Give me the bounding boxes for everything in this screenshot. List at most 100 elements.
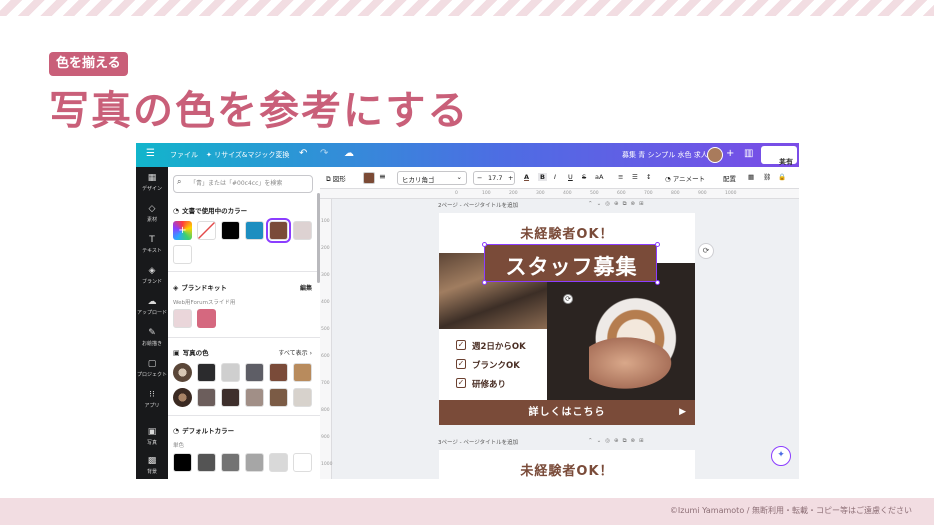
- letter-case-button[interactable]: aA: [595, 173, 603, 181]
- photo-swatch[interactable]: [293, 388, 312, 407]
- photo-swatch[interactable]: [245, 363, 264, 382]
- rail-item-elements[interactable]: ◇ 素材: [136, 204, 168, 223]
- default-swatch[interactable]: [197, 453, 216, 472]
- link-icon[interactable]: ⛓: [763, 173, 771, 181]
- cloud-save-icon[interactable]: ☁: [344, 148, 354, 159]
- insights-icon[interactable]: ▥: [744, 148, 753, 159]
- photo-swatch[interactable]: [221, 388, 240, 407]
- design-subheading[interactable]: 未経験者OK！: [439, 223, 695, 242]
- font-size-stepper[interactable]: − 17.7 +: [473, 171, 515, 185]
- menu-icon[interactable]: ☰: [146, 148, 155, 159]
- photo-thumbnail[interactable]: [173, 388, 192, 407]
- document-title[interactable]: 募集 青 シンプル 水色 求人: [622, 150, 708, 160]
- decrease-size-button[interactable]: −: [477, 174, 482, 182]
- search-icon: ⌕: [177, 177, 182, 186]
- rail-item-draw[interactable]: ✎ お絵描き: [136, 328, 168, 347]
- page-3-title[interactable]: 3ページ - ページタイトルを追加: [438, 440, 518, 446]
- photo-thumbnail[interactable]: [173, 363, 192, 382]
- doc-colors-title: 文書で使用中のカラー: [182, 207, 248, 215]
- photo-swatch[interactable]: [269, 388, 288, 407]
- color-swatch[interactable]: [245, 221, 264, 240]
- rail-item-brand[interactable]: ◈ ブランド: [136, 266, 168, 285]
- ruler-tick-label: 400: [563, 191, 572, 196]
- resize-handle[interactable]: [482, 280, 487, 285]
- font-size-value[interactable]: 17.7: [488, 174, 502, 182]
- resize-handle[interactable]: [655, 280, 660, 285]
- rail-item-projects[interactable]: ▢ プロジェクト: [136, 359, 168, 378]
- align-icon[interactable]: ≡: [618, 173, 623, 181]
- undo-icon[interactable]: ↶: [299, 148, 307, 159]
- color-swatch-selected[interactable]: [266, 218, 291, 243]
- transparency-icon[interactable]: ▦: [748, 173, 754, 181]
- list-icon[interactable]: ☰: [632, 173, 638, 181]
- shape-label: 図形: [332, 175, 346, 183]
- increase-size-button[interactable]: +: [508, 174, 513, 182]
- redo-icon[interactable]: ↷: [320, 148, 328, 159]
- rail-item-design[interactable]: ▦ デザイン: [136, 173, 168, 192]
- cta-banner[interactable]: 詳しくはこちら ▶: [439, 400, 695, 425]
- share-button[interactable]: ⇪ 共有: [761, 146, 797, 166]
- file-menu[interactable]: ファイル: [170, 150, 198, 160]
- underline-button[interactable]: U: [568, 173, 573, 181]
- animate-button[interactable]: ◔ アニメート: [665, 173, 705, 183]
- rail-item-photos[interactable]: ▣ 写真: [136, 427, 168, 446]
- text-color-button[interactable]: A: [524, 173, 529, 181]
- default-swatch[interactable]: [293, 453, 312, 472]
- add-color-button[interactable]: +: [173, 221, 192, 240]
- rail-item-uploads[interactable]: ☁ アップロード: [136, 297, 168, 316]
- brand-swatch[interactable]: [197, 309, 216, 328]
- page-actions-icons[interactable]: ⌃⌄◎⊕⧉⊗⊞: [588, 201, 648, 208]
- photo-swatch[interactable]: [197, 363, 216, 382]
- font-select[interactable]: ヒカリ角ゴ ⌄: [397, 171, 467, 185]
- show-all-link[interactable]: すべて表示 ›: [278, 348, 312, 357]
- selected-title-textbox[interactable]: スタッフ募集: [484, 244, 657, 282]
- rail-item-background[interactable]: ▩ 背景: [136, 456, 168, 475]
- spacing-icon[interactable]: ↕: [646, 173, 651, 181]
- avatar[interactable]: [707, 147, 723, 163]
- color-swatch[interactable]: [221, 221, 240, 240]
- page-2-title[interactable]: 2ページ - ページタイトルを追加: [438, 203, 518, 209]
- resize-handle[interactable]: [482, 242, 487, 247]
- rail-item-text[interactable]: T テキスト: [136, 235, 168, 254]
- color-swatch-transparent[interactable]: [197, 221, 216, 240]
- border-style-icon[interactable]: ≡: [379, 172, 386, 181]
- italic-button[interactable]: I: [554, 173, 556, 181]
- position-button[interactable]: 配置: [723, 173, 736, 183]
- default-swatch[interactable]: [173, 453, 192, 472]
- default-swatch[interactable]: [269, 453, 288, 472]
- design-page-2[interactable]: 未経験者OK！ スタッフ募集 ⟳ ✓ 週2日からOK ✓ ブランクOK ✓ 研修あり …: [439, 213, 695, 425]
- default-swatch[interactable]: [221, 453, 240, 472]
- fill-color-button[interactable]: [363, 172, 375, 184]
- brand-swatch[interactable]: [173, 309, 192, 328]
- page-actions-icons[interactable]: ⌃⌄◎⊕⧉⊗⊞: [588, 438, 648, 445]
- design-subheading[interactable]: 未経験者OK！: [439, 460, 695, 479]
- brand-edit-link[interactable]: 編集: [300, 283, 312, 292]
- strikethrough-button[interactable]: S: [582, 173, 586, 181]
- font-name: ヒカリ角ゴ: [402, 176, 435, 184]
- brand-subtitle: Web用Forumスライド用: [173, 300, 236, 306]
- refresh-icon[interactable]: ⟳: [698, 243, 714, 259]
- color-search-input[interactable]: 「青」または「#00c4cc」を検索: [173, 175, 313, 193]
- default-swatch[interactable]: [245, 453, 264, 472]
- resize-magic-button[interactable]: ✦ リサイズ&マジック変換: [206, 150, 289, 160]
- divider: [168, 337, 320, 338]
- color-swatch[interactable]: [293, 221, 312, 240]
- photo-swatch[interactable]: [293, 363, 312, 382]
- rail-item-apps[interactable]: ⁝⁝ アプリ: [136, 390, 168, 409]
- photo-swatch[interactable]: [197, 388, 216, 407]
- rotate-handle-icon[interactable]: ⟳: [563, 294, 573, 304]
- rail-label: 写真: [146, 440, 157, 446]
- photo-swatch[interactable]: [245, 388, 264, 407]
- design-page-3[interactable]: 未経験者OK！: [439, 450, 695, 479]
- shape-effects-button[interactable]: ⧉ 図形: [326, 173, 346, 184]
- photo-swatch[interactable]: [221, 363, 240, 382]
- photo-swatch[interactable]: [269, 363, 288, 382]
- lock-icon[interactable]: 🔒: [778, 173, 786, 181]
- color-swatch[interactable]: [173, 245, 192, 264]
- default-colors-title: デフォルトカラー: [182, 427, 235, 435]
- bold-button[interactable]: B: [538, 173, 547, 181]
- magic-sparkle-icon[interactable]: ✦: [771, 446, 791, 466]
- resize-handle[interactable]: [655, 242, 660, 247]
- design-title[interactable]: スタッフ募集: [485, 251, 658, 281]
- add-collaborator-icon[interactable]: +: [726, 148, 734, 159]
